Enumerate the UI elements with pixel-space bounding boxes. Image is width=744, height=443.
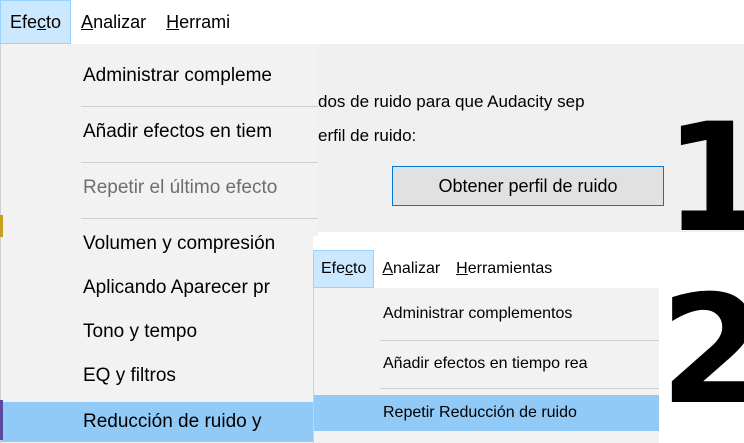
menu-separator [81, 106, 318, 107]
menu-item-aplicando-aparecer[interactable]: Aplicando Aparecer pr [1, 268, 318, 308]
menubar-2: Efe c to Analizar Herramientas [313, 250, 560, 288]
menu-item-repetir-ultimo[interactable]: Repetir el último efecto [1, 168, 318, 208]
menu-efecto[interactable]: Efe c to [313, 250, 375, 288]
menu-analizar[interactable]: Analizar [71, 0, 156, 44]
menu-item-anadir-efectos[interactable]: Añadir efectos en tiempo rea [314, 346, 659, 382]
menu-analizar-accel: A [382, 260, 394, 277]
menu-separator [81, 162, 318, 163]
step-number-1: 1 [664, 92, 744, 266]
menu-herramientas-accel: H [456, 260, 468, 277]
dialog-instruction-line2: erfil de ruido: [318, 126, 417, 145]
menu-item-tono-tempo[interactable]: Tono y tempo [1, 312, 318, 352]
dialog-instruction-line1: dos de ruido para que Audacity sep [318, 92, 585, 111]
menu-herramientas[interactable]: Herramientas [448, 250, 560, 288]
menu-item-reduccion-ruido[interactable]: Reducción de ruido y [1, 402, 318, 442]
edge-artifact [0, 400, 3, 440]
get-noise-profile-button[interactable]: Obtener perfil de ruido [392, 166, 664, 206]
menu-item-administrar[interactable]: Administrar complementos [314, 296, 659, 332]
menu-item-administrar[interactable]: Administrar compleme [1, 56, 318, 96]
edge-artifact [0, 215, 3, 237]
menu-efecto-accel: c [345, 260, 354, 277]
menu-analizar-accel: A [81, 11, 94, 32]
menu-efecto-pre: Efe [10, 11, 38, 32]
menu-herramientas-rest: errami [179, 11, 231, 32]
effect-menu-dropdown-2: Administrar complementos Añadir efectos … [313, 288, 659, 443]
menu-herramientas-accel: H [166, 11, 180, 32]
menu-separator [81, 218, 318, 219]
menu-efecto[interactable]: Efe c to [0, 0, 72, 44]
menubar-1: Efe c to Analizar Herrami [0, 0, 318, 44]
menu-efecto-accel: c [37, 11, 47, 32]
menu-analizar-rest: nalizar [393, 260, 441, 277]
menu-efecto-pre: Efe [321, 260, 346, 277]
menu-analizar-rest: nalizar [93, 11, 147, 32]
menu-efecto-post: to [46, 11, 62, 32]
menu-item-volumen[interactable]: Volumen y compresión [1, 224, 318, 264]
menu-herramientas[interactable]: Herrami [156, 0, 240, 44]
effect-menu-dropdown-1: Administrar compleme Añadir efectos en t… [0, 44, 318, 443]
step-number-2: 2 [660, 264, 744, 438]
menu-separator [380, 388, 659, 389]
menu-item-eq-filtros[interactable]: EQ y filtros [1, 356, 318, 396]
menu-analizar[interactable]: Analizar [374, 250, 448, 288]
menu-separator [380, 340, 659, 341]
menu-item-repetir-reduccion[interactable]: Repetir Reducción de ruido [314, 395, 659, 431]
menu-item-anadir-efectos[interactable]: Añadir efectos en tiem [1, 112, 318, 152]
menu-herramientas-rest: erramientas [467, 260, 553, 277]
menu-efecto-post: to [353, 260, 367, 277]
